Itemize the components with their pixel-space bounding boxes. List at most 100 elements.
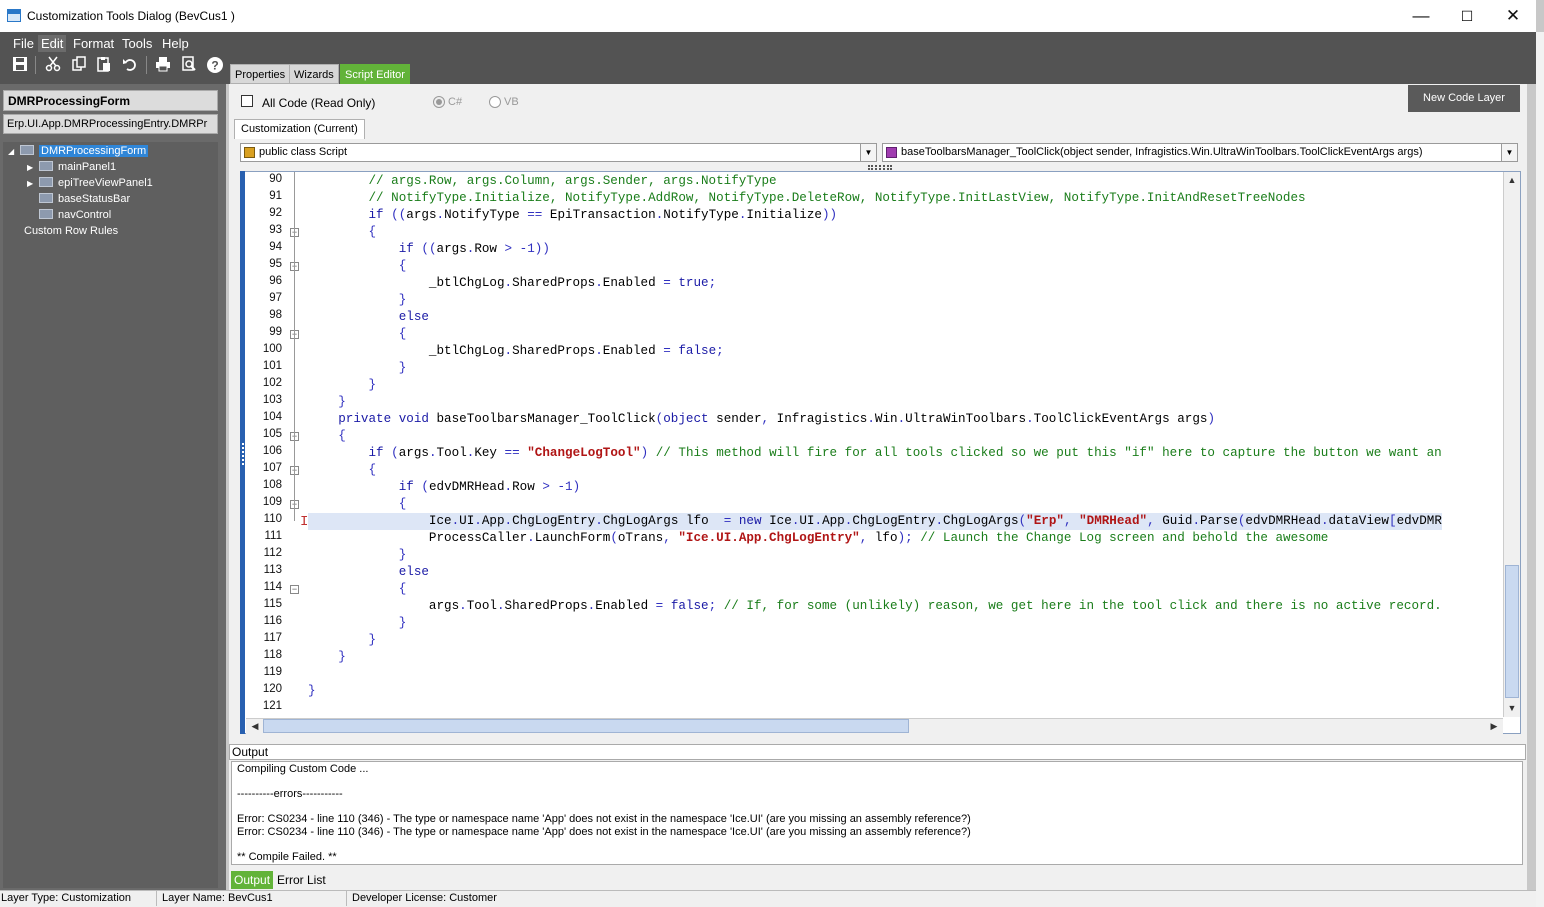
code-line[interactable]: _btlChgLog.SharedProps.Enabled = false; [308, 343, 724, 360]
line-number: 107 [262, 462, 282, 474]
undo-icon[interactable] [120, 56, 140, 74]
code-line[interactable]: { [308, 428, 346, 445]
code-line[interactable]: args.Tool.SharedProps.Enabled = false; /… [308, 598, 1442, 615]
tab-customization-current[interactable]: Customization (Current) [234, 119, 365, 139]
horizontal-scroll-thumb[interactable] [263, 719, 909, 733]
code-line[interactable]: } [308, 377, 376, 394]
tree-item-dmrprocessingform[interactable]: ◢ DMRProcessingForm [8, 143, 149, 160]
code-line[interactable]: { [308, 258, 407, 275]
code-text-area[interactable]: // args.Row, args.Column, args.Sender, a… [308, 172, 1504, 717]
line-number: 117 [263, 632, 282, 644]
vertical-scroll-thumb[interactable] [1505, 565, 1519, 698]
method-selector-dropdown[interactable]: baseToolbarsManager_ToolClick(object sen… [882, 143, 1518, 162]
paste-icon[interactable] [94, 56, 114, 74]
help-icon[interactable]: ? [205, 56, 225, 74]
tree-item-mainpanel1[interactable]: ▶ mainPanel1 [27, 159, 116, 175]
code-line[interactable]: } [308, 683, 316, 700]
print-icon[interactable] [153, 56, 173, 74]
code-line[interactable]: private void baseToolbarsManager_ToolCli… [308, 411, 1215, 428]
code-line[interactable]: // NotifyType.Initialize, NotifyType.Add… [308, 190, 1305, 207]
line-number: 102 [262, 377, 282, 389]
status-divider [346, 891, 347, 906]
code-line[interactable]: Ice.UI.App.ChgLogEntry.ChgLogArgs lfo = … [308, 513, 1442, 530]
maximize-button[interactable]: ☐ [1444, 0, 1490, 32]
menu-help[interactable]: Help [159, 35, 192, 52]
chevron-down-icon[interactable]: ▼ [1501, 144, 1517, 161]
scroll-right-icon[interactable]: ▶ [1487, 719, 1501, 733]
toolbar-divider [146, 56, 147, 74]
code-line[interactable]: ProcessCaller.LaunchForm(oTrans, "Ice.UI… [308, 530, 1328, 547]
save-icon[interactable] [10, 56, 30, 74]
code-line[interactable]: { [308, 224, 376, 241]
code-line[interactable]: } [308, 649, 346, 666]
menu-format[interactable]: Format [70, 35, 117, 52]
tree-item-custom-row-rules[interactable]: Custom Row Rules [24, 223, 118, 239]
output-line: Compiling Custom Code ... [237, 763, 369, 775]
code-line[interactable]: { [308, 581, 407, 598]
minimize-button[interactable]: — [1398, 0, 1444, 32]
line-number: 113 [263, 564, 282, 576]
code-line[interactable]: if (edvDMRHead.Row > -1) [308, 479, 580, 496]
menu-tools[interactable]: Tools [119, 35, 155, 52]
code-line[interactable]: if (args.Tool.Key == "ChangeLogTool") //… [308, 445, 1441, 462]
vb-radio[interactable] [489, 96, 501, 108]
window-title: Customization Tools Dialog (BevCus1 ) [27, 9, 235, 23]
status-divider [156, 891, 157, 906]
fold-guide-line [294, 172, 295, 521]
code-line[interactable]: { [308, 496, 407, 513]
tree-item-epitreeviewpanel1[interactable]: ▶ epiTreeViewPanel1 [27, 175, 153, 191]
panel-icon [39, 161, 53, 171]
tab-properties[interactable]: Properties [230, 64, 291, 84]
text-cursor-icon: I [300, 514, 309, 530]
form-class-path: Erp.UI.App.DMRProcessingEntry.DMRPr [3, 114, 218, 134]
code-line[interactable]: if ((args.Row > -1)) [308, 241, 550, 258]
output-line: Error: CS0234 - line 110 (346) - The typ… [237, 813, 971, 825]
chevron-down-icon[interactable]: ▼ [860, 144, 876, 161]
close-button[interactable]: ✕ [1490, 0, 1536, 32]
new-code-layer-button[interactable]: New Code Layer [1408, 85, 1520, 112]
line-number: 118 [263, 649, 282, 661]
status-layer-name: Layer Name: BevCus1 [162, 892, 273, 904]
tab-error-list[interactable]: Error List [274, 871, 329, 889]
code-line[interactable]: if ((args.NotifyType == EpiTransaction.N… [308, 207, 837, 224]
code-line[interactable]: } [308, 360, 407, 377]
menu-edit[interactable]: Edit [38, 35, 67, 52]
scroll-left-icon[interactable]: ◀ [248, 719, 262, 733]
scroll-down-icon[interactable]: ▼ [1505, 701, 1519, 715]
code-line[interactable]: { [308, 462, 376, 479]
output-log[interactable]: Compiling Custom Code ... ----------error… [231, 761, 1523, 865]
code-line[interactable]: } [308, 615, 407, 632]
line-number-gutter: 90 91 92 93 94 95 96 97 98 99 100 101 102 103 104 105 10… [246, 172, 303, 717]
code-line[interactable]: else [308, 309, 429, 326]
code-line[interactable]: } [308, 292, 407, 309]
code-line[interactable]: _btlChgLog.SharedProps.Enabled = true; [308, 275, 716, 292]
line-number: 119 [263, 666, 282, 678]
menu-file[interactable]: File [10, 35, 37, 52]
collapsed-arrow-icon[interactable]: ▶ [27, 176, 39, 192]
tree-item-basestatusbar[interactable]: baseStatusBar [39, 191, 130, 207]
all-code-checkbox[interactable] [241, 95, 253, 107]
tab-output[interactable]: Output [231, 871, 274, 889]
print-preview-icon[interactable] [179, 56, 199, 74]
csharp-radio[interactable] [433, 96, 445, 108]
collapsed-arrow-icon[interactable]: ▶ [27, 160, 39, 176]
cut-icon[interactable] [43, 56, 63, 74]
code-line[interactable]: // args.Row, args.Column, args.Sender, a… [308, 173, 776, 190]
scroll-up-icon[interactable]: ▲ [1505, 173, 1519, 187]
class-selector-dropdown[interactable]: public class Script ▼ [240, 143, 877, 162]
output-header: Output [229, 744, 1526, 760]
code-line[interactable]: } [308, 547, 407, 564]
code-line[interactable]: } [308, 394, 346, 411]
collapse-toggle-icon[interactable]: − [290, 585, 299, 594]
tab-wizards[interactable]: Wizards [289, 64, 339, 84]
splitter-handle[interactable] [868, 165, 892, 170]
line-number: 111 [264, 530, 282, 542]
code-line[interactable]: { [308, 326, 407, 343]
copy-icon[interactable] [69, 56, 89, 74]
line-number: 120 [262, 683, 282, 695]
tree-item-navcontrol[interactable]: navControl [39, 207, 111, 223]
tab-script-editor[interactable]: Script Editor [340, 64, 410, 84]
expanded-arrow-icon[interactable]: ◢ [8, 144, 20, 160]
code-line[interactable]: } [308, 632, 376, 649]
code-line[interactable]: else [308, 564, 429, 581]
